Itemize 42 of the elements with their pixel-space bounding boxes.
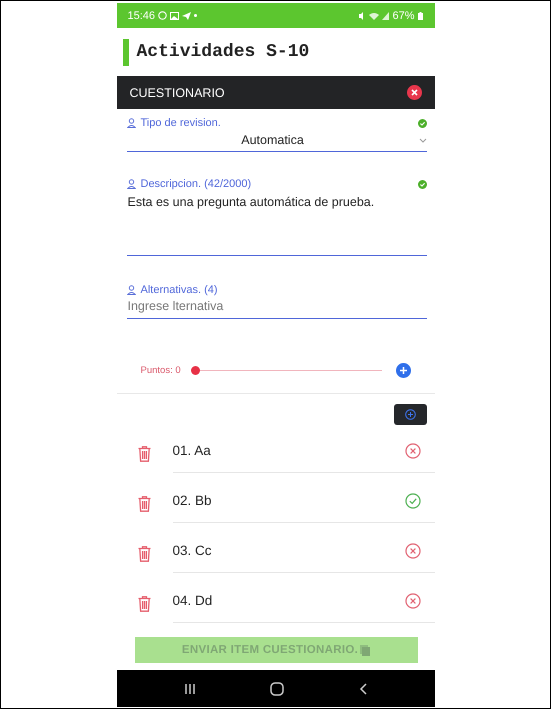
trash-icon[interactable] [138,496,151,512]
field-label: Tipo de revision. [140,117,222,129]
alternative-label: 03. Cc [172,543,213,558]
alternative-input[interactable]: Ingrese lternativa [126,296,428,318]
page-title: Actividades S-10 [136,42,310,62]
wifi-icon [369,12,380,20]
trash-icon[interactable] [138,546,151,562]
trash-icon[interactable] [138,596,151,612]
revision-select[interactable]: Automatica [126,129,426,151]
add-alternative-button[interactable] [394,404,426,425]
panel-title: CUESTIONARIO [130,86,225,100]
slider-thumb[interactable] [190,366,200,374]
person-icon [126,179,136,189]
check-circle-icon[interactable] [404,492,420,508]
recent-apps-icon[interactable] [184,682,196,694]
title-accent [122,38,128,66]
send-icon [182,12,192,20]
trash-icon[interactable] [138,446,151,462]
alternative-label: 04. Dd [172,593,214,608]
chevron-down-icon [418,138,426,142]
person-icon [126,285,136,295]
add-icon [404,409,416,420]
dot-icon [194,14,198,17]
back-icon[interactable] [359,682,368,694]
field-label: Alternativas. (4) [140,284,219,296]
alternative-label: 02. Bb [172,493,213,508]
close-icon[interactable] [406,85,422,100]
person-icon [126,118,136,128]
battery-level: 67% [392,10,414,22]
x-circle-icon[interactable] [404,542,420,558]
image-icon [170,12,180,20]
field-label: Descripcion. (42/2000) [140,178,252,190]
points-label: Puntos: 0 [140,364,181,376]
x-circle-icon[interactable] [404,592,420,608]
battery-icon [418,12,422,20]
x-circle-icon[interactable] [404,442,420,458]
alternative-label: 01. Aa [172,443,212,458]
status-time: 15:46 [128,10,156,22]
signal-icon [382,12,390,20]
add-icon[interactable] [396,362,410,378]
description-field[interactable]: Esta es una pregunta automática de prueba. [126,190,426,255]
home-icon[interactable] [270,682,284,696]
